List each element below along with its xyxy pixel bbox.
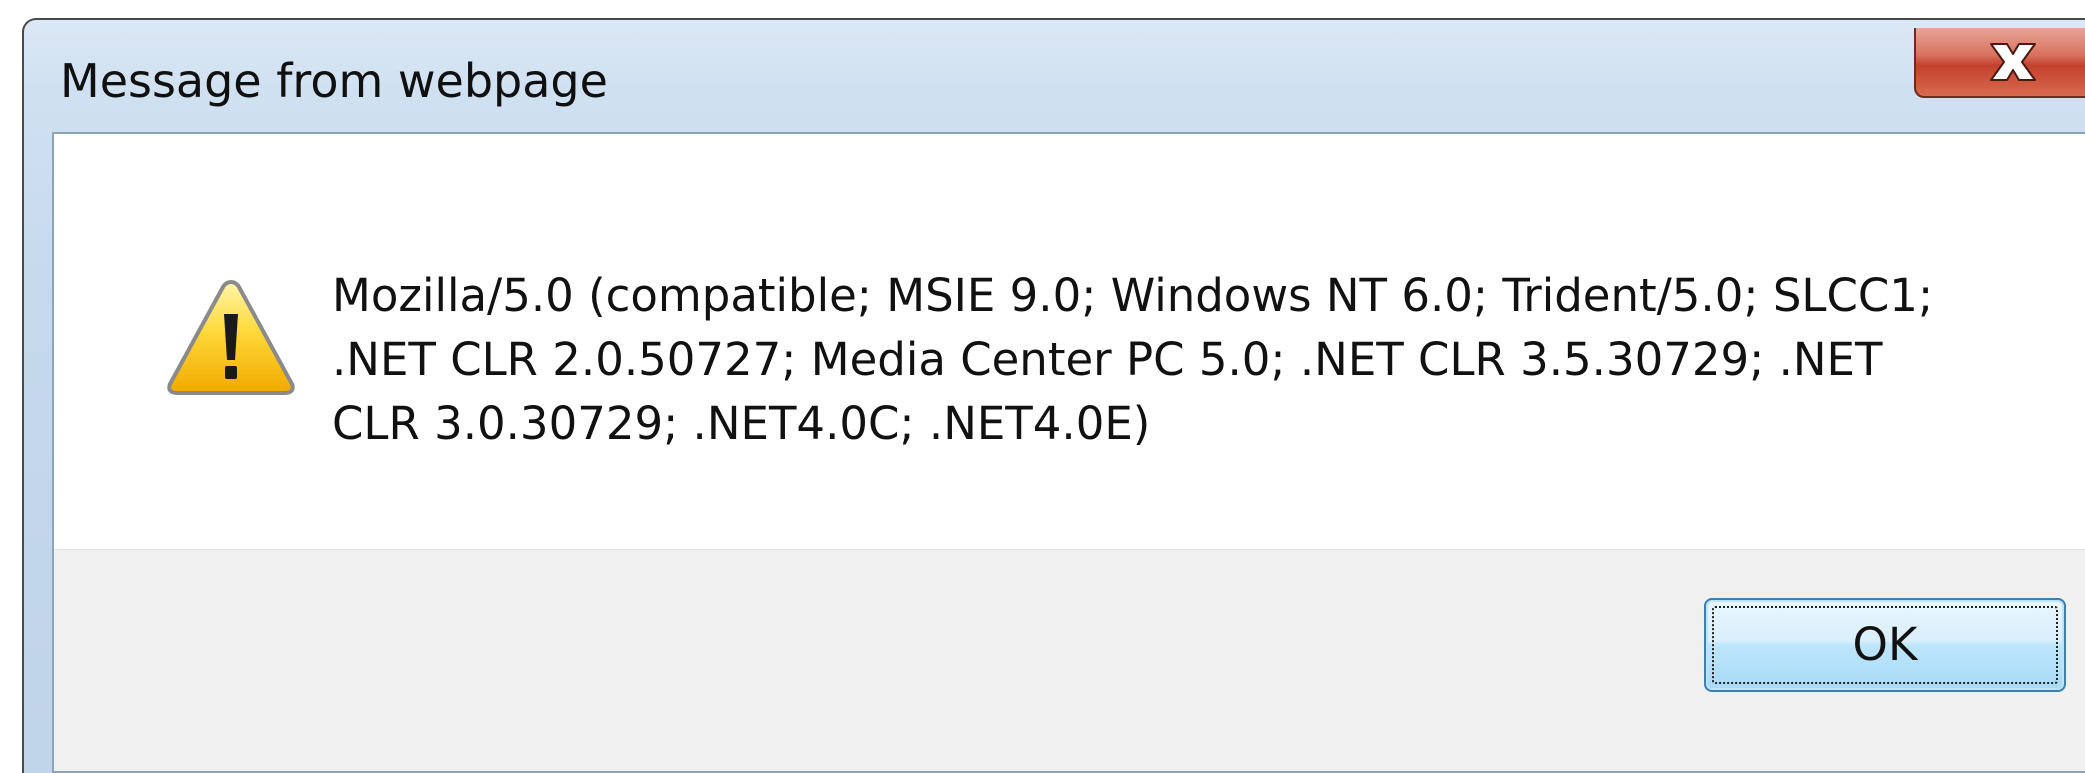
button-bar: OK: [54, 549, 2085, 771]
message-text: Mozilla/5.0 (compatible; MSIE 9.0; Windo…: [332, 269, 1934, 450]
close-x-icon: [1989, 43, 2036, 81]
dialog-title: Message from webpage: [60, 54, 608, 108]
ok-button-label: OK: [1852, 618, 1918, 671]
alert-dialog: Message from webpage Mozilla/5.0 (compat…: [22, 18, 2085, 773]
close-button[interactable]: [1914, 28, 2085, 98]
dialog-body: Mozilla/5.0 (compatible; MSIE 9.0; Windo…: [52, 132, 2085, 773]
ok-button[interactable]: OK: [1704, 598, 2066, 692]
message-area: Mozilla/5.0 (compatible; MSIE 9.0; Windo…: [54, 134, 2085, 549]
warning-icon: [167, 280, 295, 395]
